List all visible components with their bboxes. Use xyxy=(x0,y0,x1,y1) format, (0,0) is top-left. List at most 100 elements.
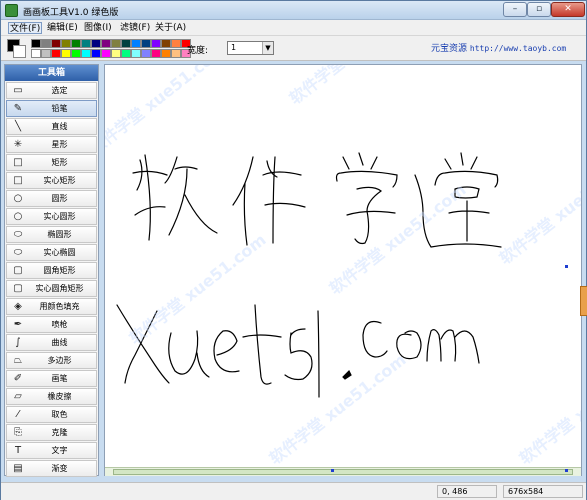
scroll-thumb[interactable] xyxy=(113,469,573,475)
close-button[interactable]: ✕ xyxy=(551,2,585,17)
tool-button[interactable]: ⎘ 克隆 xyxy=(6,424,97,441)
tool-button[interactable]: ▭ 选定 xyxy=(6,82,97,99)
status-size: 676x584 xyxy=(503,485,583,498)
color-swatch[interactable] xyxy=(161,49,171,58)
color-swatch[interactable] xyxy=(61,39,71,48)
color-swatch[interactable] xyxy=(131,39,141,48)
menu-edit[interactable]: 编辑(E) xyxy=(46,22,79,34)
tool-button[interactable]: ○ 圆形 xyxy=(6,190,97,207)
tool-label: 铅笔 xyxy=(51,104,68,113)
tool-button[interactable]: □ 矩形 xyxy=(6,154,97,171)
window-title: 画画板工具V1.0 绿色版 xyxy=(23,8,119,18)
tool-button[interactable]: ✎ 铅笔 xyxy=(6,100,97,117)
minimize-button[interactable]: – xyxy=(503,2,527,17)
color-swatch[interactable] xyxy=(31,39,41,48)
tool-button[interactable]: ╲ 直线 xyxy=(6,118,97,135)
maximize-button[interactable]: ▫ xyxy=(527,2,551,17)
tool-label: 渐变 xyxy=(51,464,68,473)
tool-button[interactable]: T 文字 xyxy=(6,442,97,459)
toolbox-panel: 工具箱 ▭ 选定 ✎ 铅笔 ╲ 直线 ✳ 星形 □ 矩形 □ 实心矩形 ○ 圆形 ○ 实心圆形 ⬭ 椭圆形 ⬭ 实心椭… xyxy=(4,64,99,477)
watermark-text: 软件学堂 xue51.com xyxy=(326,180,470,298)
chevron-down-icon[interactable]: ▼ xyxy=(262,42,273,54)
color-swatch[interactable] xyxy=(61,49,71,58)
tool-button[interactable]: ✳ 星形 xyxy=(6,136,97,153)
color-swatch[interactable] xyxy=(151,39,161,48)
toolbar: 宽度: 1 ▼ 元宝资源 http://www.taoyb.com xyxy=(1,36,586,61)
tool-label: 实心圆角矩形 xyxy=(35,284,84,293)
color-swatch[interactable] xyxy=(71,39,81,48)
app-window: 画画板工具V1.0 绿色版 – ▫ ✕ 文件(F) 编辑(E) 图像(I) 滤镜… xyxy=(0,0,587,500)
color-swatch[interactable] xyxy=(51,39,61,48)
tool-label: 曲线 xyxy=(51,338,68,347)
color-swatch[interactable] xyxy=(71,49,81,58)
tool-button[interactable]: □ 实心矩形 xyxy=(6,172,97,189)
tool-button[interactable]: ∫ 曲线 xyxy=(6,334,97,351)
color-swatch[interactable] xyxy=(121,49,131,58)
tool-button[interactable]: ⬭ 实心椭圆 xyxy=(6,244,97,261)
color-swatch[interactable] xyxy=(171,49,181,58)
color-swatch[interactable] xyxy=(51,49,61,58)
menu-filter[interactable]: 滤镜(F) xyxy=(119,22,151,34)
tool-label: 实心矩形 xyxy=(43,176,76,185)
color-swatch[interactable] xyxy=(31,49,41,58)
tool-label: 矩形 xyxy=(51,158,68,167)
color-swatch[interactable] xyxy=(101,39,111,48)
color-swatch[interactable] xyxy=(81,39,91,48)
resize-handle-bottom[interactable] xyxy=(331,469,334,472)
color-picker[interactable] xyxy=(7,39,27,59)
tool-button[interactable]: ⬭ 椭圆形 xyxy=(6,226,97,243)
color-swatch[interactable] xyxy=(141,49,151,58)
watermark-text: 软件学堂 xue51.com xyxy=(105,65,230,158)
width-label: 宽度: xyxy=(187,46,209,56)
tool-label: 喷枪 xyxy=(51,320,68,329)
tool-label: 圆形 xyxy=(51,194,68,203)
tool-button[interactable]: ▱ 橡皮擦 xyxy=(6,388,97,405)
status-bar: 0, 486 676x584 xyxy=(1,482,586,500)
canvas-drawing: 软件学堂 xue51.com 软件学堂 xue51.com 软件学堂 xue51.c… xyxy=(86,0,587,468)
tool-button[interactable]: ▢ 实心圆角矩形 xyxy=(6,280,97,297)
color-swatch[interactable] xyxy=(121,39,131,48)
site-credit: 元宝资源 http://www.taoyb.com xyxy=(431,41,566,54)
tool-label: 多边形 xyxy=(47,356,72,365)
color-swatch[interactable] xyxy=(41,39,51,48)
color-swatch[interactable] xyxy=(41,49,51,58)
color-swatch[interactable] xyxy=(151,49,161,58)
menu-image[interactable]: 图像(I) xyxy=(83,22,113,34)
color-swatch[interactable] xyxy=(141,39,151,48)
tool-button[interactable]: ○ 实心圆形 xyxy=(6,208,97,225)
watermark-text: 软件学堂 xue51.com xyxy=(126,230,270,348)
resize-handle-right[interactable] xyxy=(565,265,568,268)
color-swatch[interactable] xyxy=(131,49,141,58)
color-swatch[interactable] xyxy=(91,39,101,48)
tool-label: 实心圆形 xyxy=(43,212,76,221)
color-swatch[interactable] xyxy=(101,49,111,58)
tool-button[interactable]: ✒ 喷枪 xyxy=(6,316,97,333)
side-tab[interactable] xyxy=(580,286,587,316)
tool-button[interactable]: ⏢ 多边形 xyxy=(6,352,97,369)
watermark-text: 软件学堂 xue51.com xyxy=(516,350,581,467)
horizontal-scrollbar[interactable] xyxy=(105,467,581,476)
color-swatch[interactable] xyxy=(171,39,181,48)
tool-button[interactable]: ◈ 用颜色填充 xyxy=(6,298,97,315)
tool-button[interactable]: ▢ 圆角矩形 xyxy=(6,262,97,279)
color-swatch[interactable] xyxy=(81,49,91,58)
resize-handle-corner[interactable] xyxy=(565,469,568,472)
drawing-canvas[interactable]: 软件学堂 xue51.com 软件学堂 xue51.com 软件学堂 xue51.c… xyxy=(86,0,587,468)
width-value: 1 xyxy=(231,43,237,52)
app-icon xyxy=(5,4,18,17)
tool-button[interactable]: ▤ 渐变 xyxy=(6,460,97,477)
menu-about[interactable]: 关于(A) xyxy=(154,22,187,34)
tool-label: 椭圆形 xyxy=(47,230,72,239)
menu-file[interactable]: 文件(F) xyxy=(8,22,43,34)
tool-label: 克隆 xyxy=(51,428,68,437)
color-swatch[interactable] xyxy=(91,49,101,58)
tool-label: 圆角矩形 xyxy=(43,266,76,275)
color-swatch[interactable] xyxy=(161,39,171,48)
tool-label: 星形 xyxy=(51,140,68,149)
width-select[interactable]: 1 ▼ xyxy=(227,41,274,55)
tool-button[interactable]: ⁄ 取色 xyxy=(6,406,97,423)
color-swatch[interactable] xyxy=(111,39,121,48)
tool-button[interactable]: ✐ 画笔 xyxy=(6,370,97,387)
color-swatch[interactable] xyxy=(111,49,121,58)
background-color[interactable] xyxy=(13,45,26,58)
